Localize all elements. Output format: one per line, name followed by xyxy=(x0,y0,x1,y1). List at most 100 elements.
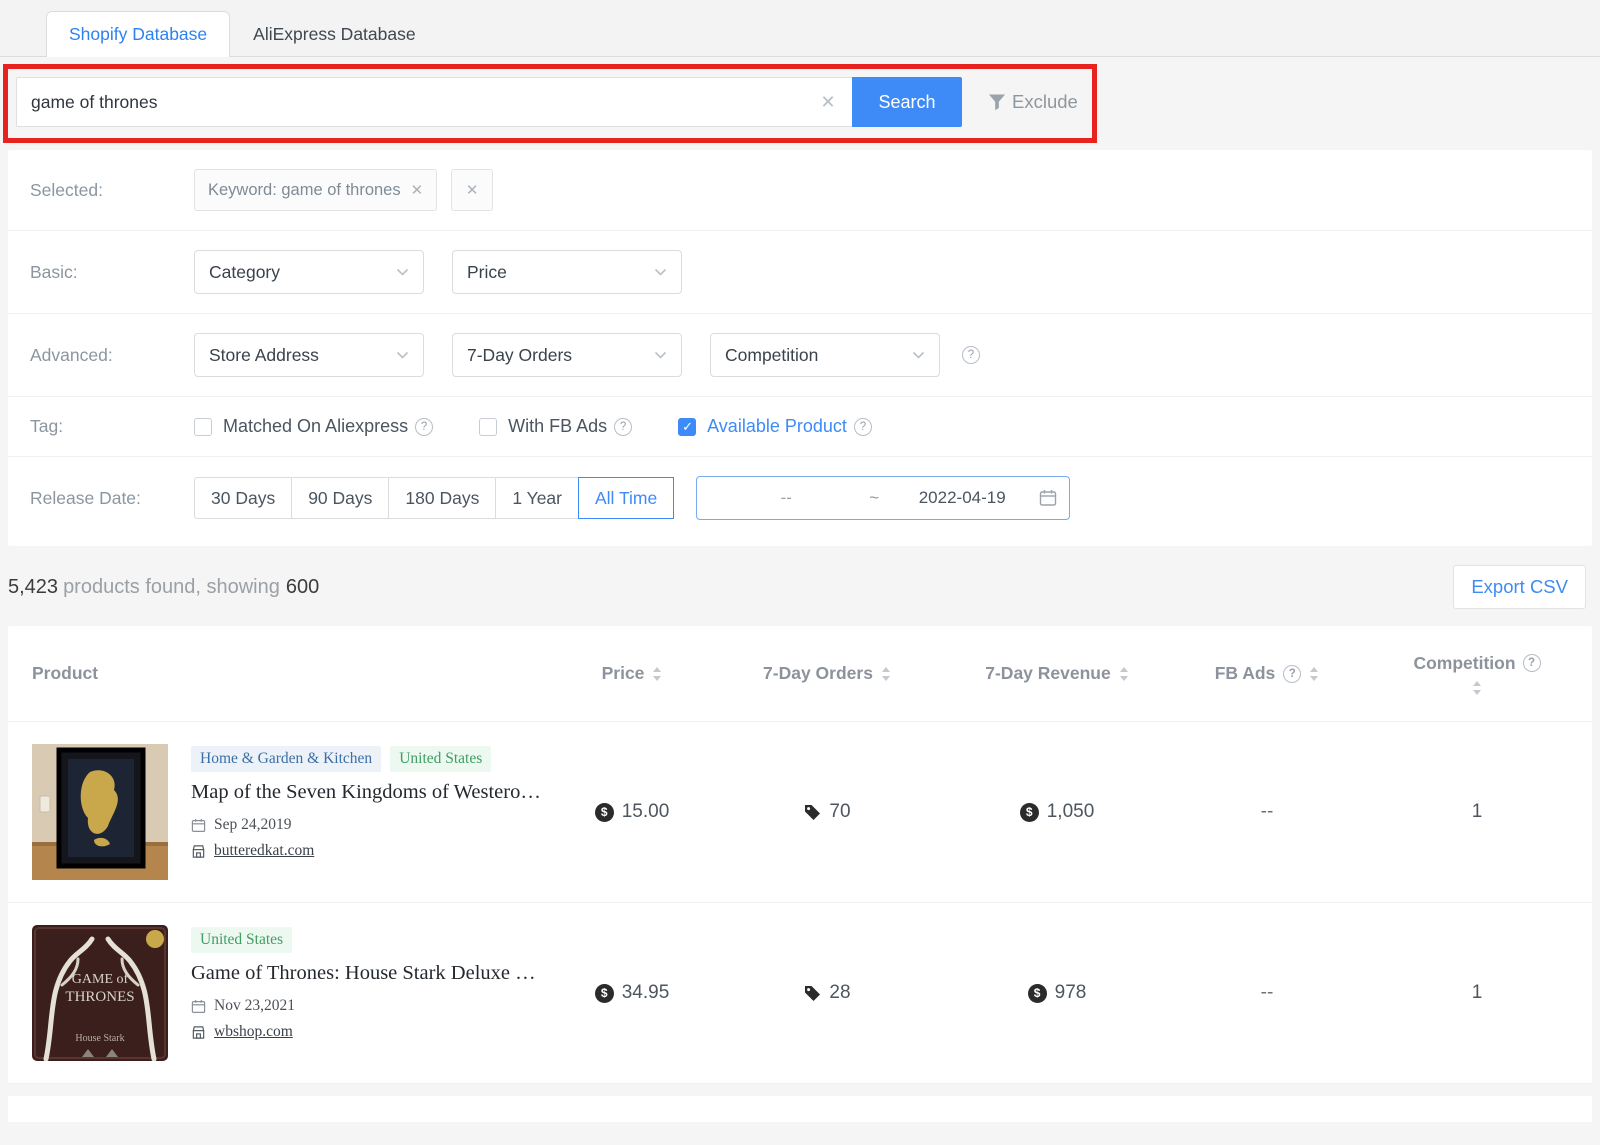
products-table: Product Price 7-Day Orders 7-Day Revenue… xyxy=(8,626,1592,1084)
product-title[interactable]: Map of the Seven Kingdoms of Westero… xyxy=(191,781,541,804)
keyword-chip-label: Keyword: game of thrones xyxy=(208,181,401,200)
orders-7day-dropdown[interactable]: 7-Day Orders xyxy=(452,333,682,377)
filter-funnel-icon xyxy=(986,91,1008,113)
price-cell: 15.00 xyxy=(552,801,712,823)
price-dropdown[interactable]: Price xyxy=(452,250,682,294)
release-1-year-button[interactable]: 1 Year xyxy=(495,477,579,519)
exclude-button[interactable]: Exclude xyxy=(986,91,1078,113)
table-row: Home & Garden & Kitchen United States Ma… xyxy=(8,722,1592,903)
matched-on-aliexpress-option: Matched On Aliexpress xyxy=(194,416,433,437)
calendar-icon xyxy=(191,818,206,833)
calendar-icon xyxy=(1039,489,1057,507)
checkbox-label[interactable]: With FB Ads xyxy=(508,416,607,437)
col-header-competition[interactable]: Competition xyxy=(1362,653,1592,695)
release-180-days-button[interactable]: 180 Days xyxy=(388,477,496,519)
orders-cell: 28 xyxy=(712,982,942,1004)
release-date-segments: 30 Days 90 Days 180 Days 1 Year All Time xyxy=(194,477,674,519)
country-tag: United States xyxy=(191,927,292,953)
next-row-partial xyxy=(8,1096,1592,1122)
help-icon[interactable] xyxy=(415,418,433,436)
export-csv-button[interactable]: Export CSV xyxy=(1453,565,1586,609)
results-text: products found, showing xyxy=(63,576,280,599)
product-title[interactable]: Game of Thrones: House Stark Deluxe … xyxy=(191,962,536,985)
table-header-row: Product Price 7-Day Orders 7-Day Revenue… xyxy=(8,626,1592,722)
calendar-icon xyxy=(191,999,206,1014)
revenue-cell: 978 xyxy=(942,982,1172,1004)
category-tag[interactable]: Home & Garden & Kitchen xyxy=(191,746,381,772)
release-90-days-button[interactable]: 90 Days xyxy=(291,477,389,519)
date-to-value: 2022-04-19 xyxy=(885,488,1039,508)
country-tag: United States xyxy=(390,746,491,772)
remove-keyword-icon[interactable] xyxy=(411,181,424,199)
category-dropdown[interactable]: Category xyxy=(194,250,424,294)
advanced-help-icon[interactable] xyxy=(962,346,980,364)
chevron-down-icon xyxy=(396,268,409,277)
keyword-filter-chip[interactable]: Keyword: game of thrones xyxy=(194,169,437,211)
search-button[interactable]: Search xyxy=(852,77,962,127)
database-tabbar: Shopify Database AliExpress Database xyxy=(0,0,1600,57)
results-bar: 5,423 products found, showing 600 Export… xyxy=(8,562,1586,612)
col-header-7day-orders[interactable]: 7-Day Orders xyxy=(712,663,942,684)
matched-on-aliexpress-checkbox[interactable] xyxy=(194,418,212,436)
clear-all-icon[interactable] xyxy=(466,181,479,199)
selected-filters-row: Selected: Keyword: game of thrones xyxy=(8,150,1592,231)
basic-filters-row: Basic: Category Price xyxy=(8,231,1592,314)
release-date-row: Release Date: 30 Days 90 Days 180 Days 1… xyxy=(8,457,1592,546)
store-domain-link[interactable]: wbshop.com xyxy=(214,1023,293,1041)
dollar-icon xyxy=(595,803,614,822)
fb-ads-cell: -- xyxy=(1172,982,1362,1004)
release-date-value: Sep 24,2019 xyxy=(214,816,292,834)
tag-label: Tag: xyxy=(8,416,194,437)
clear-search-icon[interactable] xyxy=(816,90,840,114)
store-domain-link[interactable]: butteredkat.com xyxy=(214,842,314,860)
results-showing: 600 xyxy=(286,576,319,599)
help-icon[interactable] xyxy=(1283,665,1301,683)
product-image[interactable] xyxy=(32,744,168,880)
release-all-time-button[interactable]: All Time xyxy=(578,477,674,519)
date-range-picker[interactable]: -- ~ 2022-04-19 xyxy=(696,476,1070,520)
orders-cell: 70 xyxy=(712,801,942,823)
competition-dropdown[interactable]: Competition xyxy=(710,333,940,377)
date-separator: ~ xyxy=(863,488,885,508)
col-header-product: Product xyxy=(8,663,552,684)
tab-shopify-database[interactable]: Shopify Database xyxy=(46,11,230,57)
help-icon[interactable] xyxy=(614,418,632,436)
product-image[interactable]: GAME of THRONES House Stark xyxy=(32,925,168,1061)
product-image-title-line2: THRONES xyxy=(65,989,134,1005)
fb-ads-cell: -- xyxy=(1172,801,1362,823)
checkbox-label[interactable]: Available Product xyxy=(707,416,847,437)
tab-label: AliExpress Database xyxy=(253,24,415,44)
advanced-filters-row: Advanced: Store Address 7-Day Orders Com… xyxy=(8,314,1592,397)
help-icon[interactable] xyxy=(1523,654,1541,672)
revenue-cell: 1,050 xyxy=(942,801,1172,823)
with-fb-ads-checkbox[interactable] xyxy=(479,418,497,436)
selected-label: Selected: xyxy=(8,180,194,201)
sort-icon xyxy=(1472,681,1482,695)
available-product-option: Available Product xyxy=(678,416,872,437)
tag-icon xyxy=(803,803,821,821)
clear-all-filters-chip[interactable] xyxy=(451,169,493,211)
store-address-dropdown[interactable]: Store Address xyxy=(194,333,424,377)
exclude-label: Exclude xyxy=(1012,91,1078,113)
release-date-label: Release Date: xyxy=(8,488,194,509)
help-icon[interactable] xyxy=(854,418,872,436)
search-section: Search Exclude xyxy=(0,57,1600,150)
chevron-down-icon xyxy=(396,351,409,360)
col-header-price[interactable]: Price xyxy=(552,663,712,684)
with-fb-ads-option: With FB Ads xyxy=(479,416,632,437)
available-product-checkbox[interactable] xyxy=(678,418,696,436)
search-input[interactable] xyxy=(16,77,852,127)
tab-aliexpress-database[interactable]: AliExpress Database xyxy=(230,11,438,57)
checkbox-label[interactable]: Matched On Aliexpress xyxy=(223,416,408,437)
dollar-icon xyxy=(1020,803,1039,822)
basic-label: Basic: xyxy=(8,262,194,283)
price-cell: 34.95 xyxy=(552,982,712,1004)
col-header-fb-ads[interactable]: FB Ads xyxy=(1172,663,1362,684)
product-image-subtitle: House Stark xyxy=(75,1033,124,1044)
col-header-7day-revenue[interactable]: 7-Day Revenue xyxy=(942,663,1172,684)
sort-icon xyxy=(1309,667,1319,681)
advanced-label: Advanced: xyxy=(8,345,194,366)
sort-icon xyxy=(652,667,662,681)
chevron-down-icon xyxy=(912,351,925,360)
release-30-days-button[interactable]: 30 Days xyxy=(194,477,292,519)
